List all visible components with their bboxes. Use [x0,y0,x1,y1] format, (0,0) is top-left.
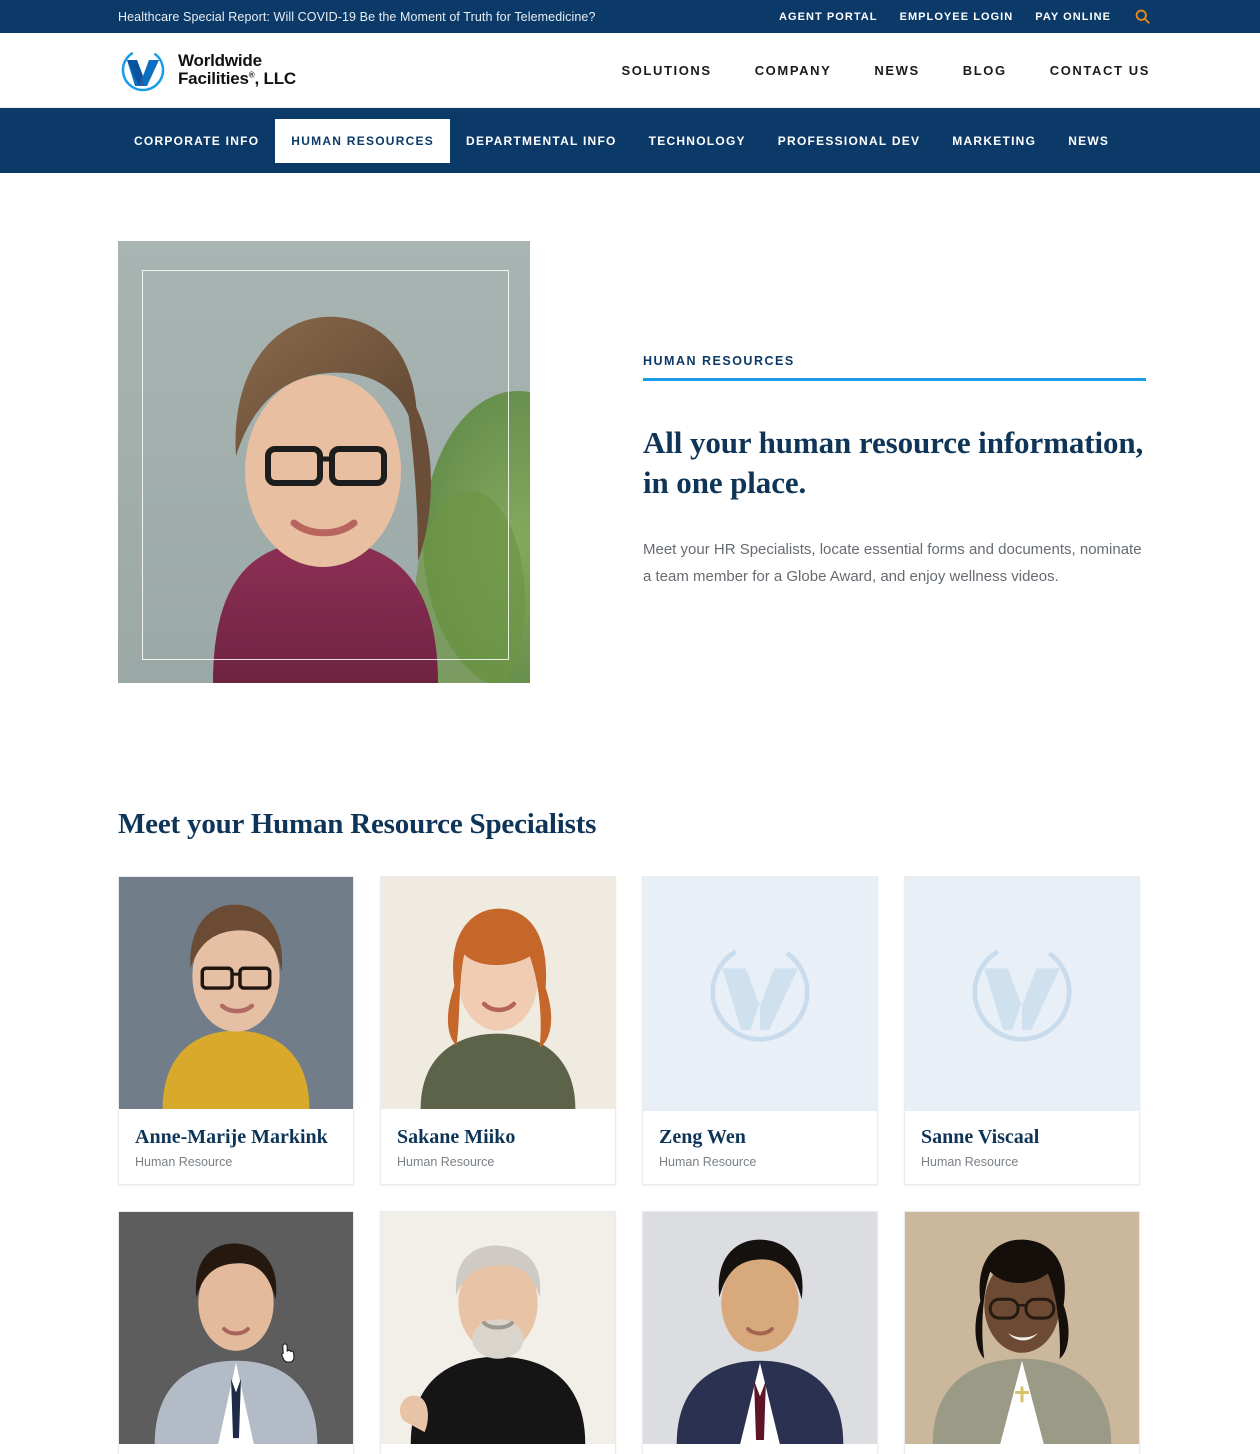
subnav-item-human-resources[interactable]: HUMAN RESOURCES [275,118,451,163]
logo-wordmark: Worldwide Facilities®, LLC [178,50,296,89]
logo-line-1: Worldwide [178,50,262,70]
specialist-photo-placeholder [905,877,1139,1111]
hero-eyebrow-rule [643,378,1146,381]
utility-bar: Healthcare Special Report: Will COVID-19… [0,0,1260,33]
specialist-card[interactable]: Roelof Bekkenenks Human Resource [904,1211,1140,1454]
specialist-photo [905,1212,1139,1446]
specialist-name: Sanne Viscaal [921,1126,1040,1148]
specialist-photo-placeholder [643,877,877,1111]
utility-link-agent-portal[interactable]: AGENT PORTAL [779,11,878,23]
specialist-role: Human Resource [659,1155,757,1169]
utility-link-employee-login[interactable]: EMPLOYEE LOGIN [900,11,1014,23]
hero-image [118,241,530,683]
specialist-card[interactable]: Emilee Simchenko Human Resource [118,1211,354,1454]
hero-eyebrow: HUMAN RESOURCES [643,354,795,368]
utility-links: AGENT PORTAL EMPLOYEE LOGIN PAY ONLINE [779,0,1150,33]
specialists-section: Meet your Human Resource Specialists Ann… [0,683,1260,1454]
specialist-photo [119,877,353,1111]
logo-suffix: , LLC [254,69,296,88]
specialist-info: Zeng Wen Human Resource [643,1111,877,1172]
nav-item-blog[interactable]: BLOG [963,63,1007,78]
specialist-role: Human Resource [397,1155,495,1169]
main-navigation: SOLUTIONS COMPANY NEWS BLOG CONTACT US [621,63,1150,78]
specialist-info: Sakane Miiko Human Resource [381,1111,615,1172]
specialist-info: Hu My Human Resource [643,1446,877,1454]
specialist-card[interactable]: Sanne Viscaal Human Resource [904,876,1140,1185]
specialist-name: Zeng Wen [659,1126,746,1148]
specialist-info: Sanne Viscaal Human Resource [905,1111,1139,1172]
specialist-card[interactable]: Sakane Miiko Human Resource [380,876,616,1185]
subnav-item-marketing[interactable]: MARKETING [936,119,1052,163]
worldwide-facilities-logo-icon [963,933,1081,1056]
nav-item-solutions[interactable]: SOLUTIONS [621,63,711,78]
specialist-info: Roelof Bekkenenks Human Resource [905,1446,1139,1454]
specialist-photo [643,1212,877,1446]
page-title: All your human resource information, in … [643,425,1144,500]
specialist-card[interactable]: Anne-Marije Markink Human Resource [118,876,354,1185]
specialists-grid: Anne-Marije Markink Human Resource Sakan… [118,876,1150,1454]
specialist-info: Emilee Simchenko Human Resource [119,1446,353,1454]
nav-item-news[interactable]: NEWS [874,63,919,78]
specialist-info: Anne-Marije Markink Human Resource [119,1111,353,1172]
hero-section: HUMAN RESOURCES All your human resource … [0,173,1260,683]
hero-description: Meet your HR Specialists, locate essenti… [643,541,1142,585]
nav-item-company[interactable]: COMPANY [755,63,832,78]
logo-line-2: Facilities [178,69,249,88]
specialist-photo [119,1212,353,1446]
specialist-name: Anne-Marije Markink [135,1126,328,1148]
headline-link[interactable]: Healthcare Special Report: Will COVID-19… [118,10,596,24]
section-navigation: CORPORATE INFO HUMAN RESOURCES DEPARTMEN… [0,108,1260,173]
nav-item-contact-us[interactable]: CONTACT US [1050,63,1150,78]
specialist-role: Human Resource [921,1155,1019,1169]
logo-link[interactable]: Worldwide Facilities®, LLC [118,45,296,95]
subnav-item-technology[interactable]: TECHNOLOGY [633,119,762,163]
specialist-card[interactable]: Vương Mộng Nhi Human Resource [380,1211,616,1454]
hero-copy: HUMAN RESOURCES All your human resource … [643,241,1146,683]
specialist-name: Sakane Miiko [397,1126,516,1148]
search-icon[interactable] [1135,9,1150,24]
specialist-card[interactable]: Hu My Human Resource [642,1211,878,1454]
subnav-item-news[interactable]: NEWS [1052,119,1125,163]
subnav-item-professional-dev[interactable]: PROFESSIONAL DEV [762,119,936,163]
site-header: Worldwide Facilities®, LLC SOLUTIONS COM… [0,33,1260,108]
specialists-title: Meet your Human Resource Specialists [118,808,597,840]
worldwide-facilities-logo-icon [118,45,168,95]
subnav-item-departmental-info[interactable]: DEPARTMENTAL INFO [450,119,633,163]
worldwide-facilities-logo-icon [701,933,819,1056]
specialist-role: Human Resource [135,1155,233,1169]
specialist-photo [381,877,615,1111]
utility-link-pay-online[interactable]: PAY ONLINE [1035,11,1111,23]
specialist-card[interactable]: Zeng Wen Human Resource [642,876,878,1185]
specialist-info: Vương Mộng Nhi Human Resource [381,1446,615,1454]
subnav-item-corporate-info[interactable]: CORPORATE INFO [118,119,275,163]
specialist-photo [381,1212,615,1446]
